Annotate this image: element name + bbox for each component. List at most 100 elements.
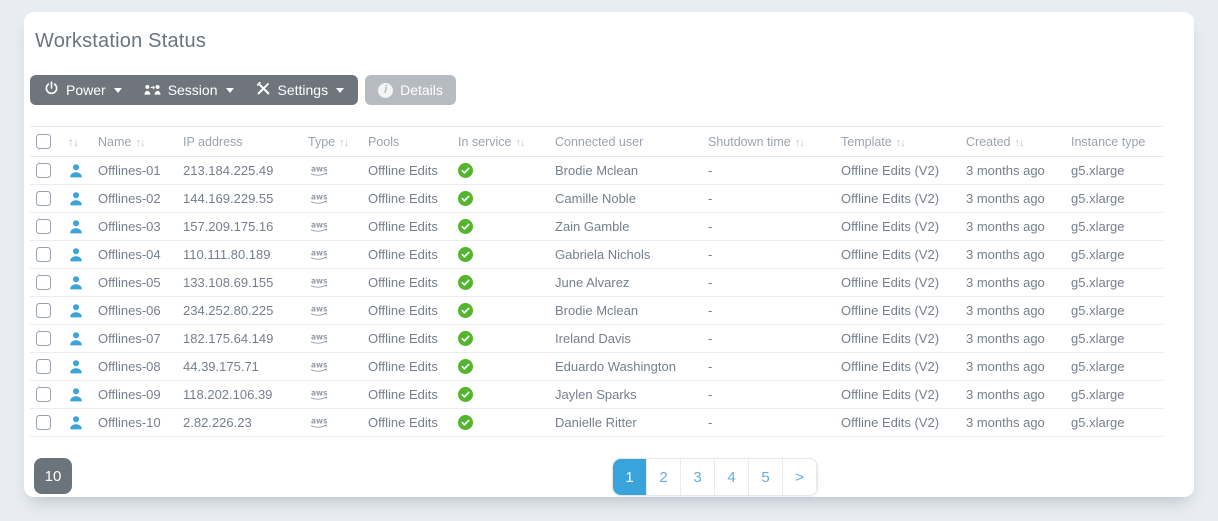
user-silhouette-icon xyxy=(68,275,86,290)
row-checkbox[interactable] xyxy=(36,275,51,290)
shutdown-time: - xyxy=(702,353,835,381)
column-header[interactable]: Type↑↓ xyxy=(302,127,362,157)
page-button[interactable]: 2 xyxy=(647,459,681,495)
row-checkbox[interactable] xyxy=(36,191,51,206)
column-header[interactable]: Name↑↓ xyxy=(92,127,177,157)
workstation-name: Offlines-01 xyxy=(92,157,177,185)
ip-address: 110.111.80.189 xyxy=(177,241,302,269)
table-row: Offlines-09 118.202.106.39 aws xyxy=(30,381,1163,409)
created-age: 3 months ago xyxy=(960,381,1065,409)
created-age: 3 months ago xyxy=(960,297,1065,325)
ip-address: 157.209.175.16 xyxy=(177,213,302,241)
row-checkbox[interactable] xyxy=(36,387,51,402)
workstation-name: Offlines-10 xyxy=(92,409,177,437)
settings-button[interactable]: Settings xyxy=(245,75,356,105)
column-header[interactable]: In service↑↓ xyxy=(452,127,549,157)
session-button[interactable]: Session xyxy=(133,75,245,105)
svg-text:aws: aws xyxy=(311,221,328,230)
template-name: Offline Edits (V2) xyxy=(835,185,960,213)
column-header[interactable]: Created↑↓ xyxy=(960,127,1065,157)
aws-icon: aws xyxy=(308,360,356,373)
template-name: Offline Edits (V2) xyxy=(835,157,960,185)
workstation-name: Offlines-04 xyxy=(92,241,177,269)
row-checkbox[interactable] xyxy=(36,219,51,234)
details-button[interactable]: i Details xyxy=(365,75,456,105)
column-header[interactable]: Template↑↓ xyxy=(835,127,960,157)
pagination: 1 2 3 4 5 > xyxy=(612,458,818,496)
user-silhouette-icon xyxy=(68,387,86,402)
workstation-name: Offlines-08 xyxy=(92,353,177,381)
shutdown-time: - xyxy=(702,241,835,269)
header-row: ↑↓ Name↑↓ IP address Type↑↓ xyxy=(30,127,1163,157)
row-checkbox[interactable] xyxy=(36,331,51,346)
aws-icon: aws xyxy=(308,192,356,205)
template-name: Offline Edits (V2) xyxy=(835,241,960,269)
table-row: Offlines-03 157.209.175.16 aws xyxy=(30,213,1163,241)
aws-icon: aws xyxy=(308,304,356,317)
created-age: 3 months ago xyxy=(960,353,1065,381)
template-name: Offline Edits (V2) xyxy=(835,409,960,437)
connected-user: Ireland Davis xyxy=(549,325,702,353)
sort-icon: ↑↓ xyxy=(68,135,78,149)
page-button[interactable]: 1 xyxy=(613,459,647,495)
row-checkbox[interactable] xyxy=(36,415,51,430)
pools: Offline Edits xyxy=(362,409,452,437)
in-service-check-icon xyxy=(458,331,543,346)
column-header: Instance type xyxy=(1065,127,1163,157)
svg-text:aws: aws xyxy=(311,361,328,370)
page-button[interactable]: > xyxy=(783,459,817,495)
table-row: Offlines-05 133.108.69.155 aws xyxy=(30,269,1163,297)
svg-text:aws: aws xyxy=(311,165,328,174)
svg-text:aws: aws xyxy=(311,389,328,398)
instance-type: g5.xlarge xyxy=(1065,297,1163,325)
created-age: 3 months ago xyxy=(960,241,1065,269)
instance-type: g5.xlarge xyxy=(1065,409,1163,437)
pools: Offline Edits xyxy=(362,213,452,241)
template-name: Offline Edits (V2) xyxy=(835,269,960,297)
connected-user: June Alvarez xyxy=(549,269,702,297)
template-name: Offline Edits (V2) xyxy=(835,325,960,353)
pools: Offline Edits xyxy=(362,353,452,381)
row-checkbox[interactable] xyxy=(36,303,51,318)
shutdown-time: - xyxy=(702,185,835,213)
in-service-check-icon xyxy=(458,191,543,206)
row-checkbox[interactable] xyxy=(36,163,51,178)
page-size-button[interactable]: 10 xyxy=(34,458,72,494)
column-header: Connected user xyxy=(549,127,702,157)
power-button[interactable]: Power xyxy=(33,75,133,105)
pools: Offline Edits xyxy=(362,269,452,297)
svg-text:aws: aws xyxy=(311,193,328,202)
sort-arrows-icon: ↑↓ xyxy=(135,137,144,149)
page-button[interactable]: 4 xyxy=(715,459,749,495)
page-button[interactable]: 5 xyxy=(749,459,783,495)
table-row: Offlines-08 44.39.175.71 aws O xyxy=(30,353,1163,381)
svg-text:aws: aws xyxy=(311,417,328,426)
settings-tools-icon xyxy=(256,81,271,99)
row-checkbox[interactable] xyxy=(36,359,51,374)
user-silhouette-icon xyxy=(68,191,86,206)
pools: Offline Edits xyxy=(362,157,452,185)
connected-user: Danielle Ritter xyxy=(549,409,702,437)
in-service-check-icon xyxy=(458,275,543,290)
row-checkbox[interactable] xyxy=(36,247,51,262)
created-age: 3 months ago xyxy=(960,269,1065,297)
pools: Offline Edits xyxy=(362,325,452,353)
template-name: Offline Edits (V2) xyxy=(835,381,960,409)
in-service-check-icon xyxy=(458,359,543,374)
select-all-checkbox[interactable] xyxy=(36,134,51,149)
in-service-check-icon xyxy=(458,163,543,178)
user-silhouette-icon xyxy=(68,163,86,178)
sort-column-header[interactable]: ↑↓ xyxy=(62,127,92,157)
aws-icon: aws xyxy=(308,276,356,289)
ip-address: 144.169.229.55 xyxy=(177,185,302,213)
ip-address: 234.252.80.225 xyxy=(177,297,302,325)
aws-icon: aws xyxy=(308,220,356,233)
page-button[interactable]: 3 xyxy=(681,459,715,495)
chevron-down-icon xyxy=(114,88,122,93)
instance-type: g5.xlarge xyxy=(1065,381,1163,409)
ip-address: 2.82.226.23 xyxy=(177,409,302,437)
ip-address: 44.39.175.71 xyxy=(177,353,302,381)
ip-address: 118.202.106.39 xyxy=(177,381,302,409)
column-header[interactable]: Shutdown time↑↓ xyxy=(702,127,835,157)
shutdown-time: - xyxy=(702,409,835,437)
